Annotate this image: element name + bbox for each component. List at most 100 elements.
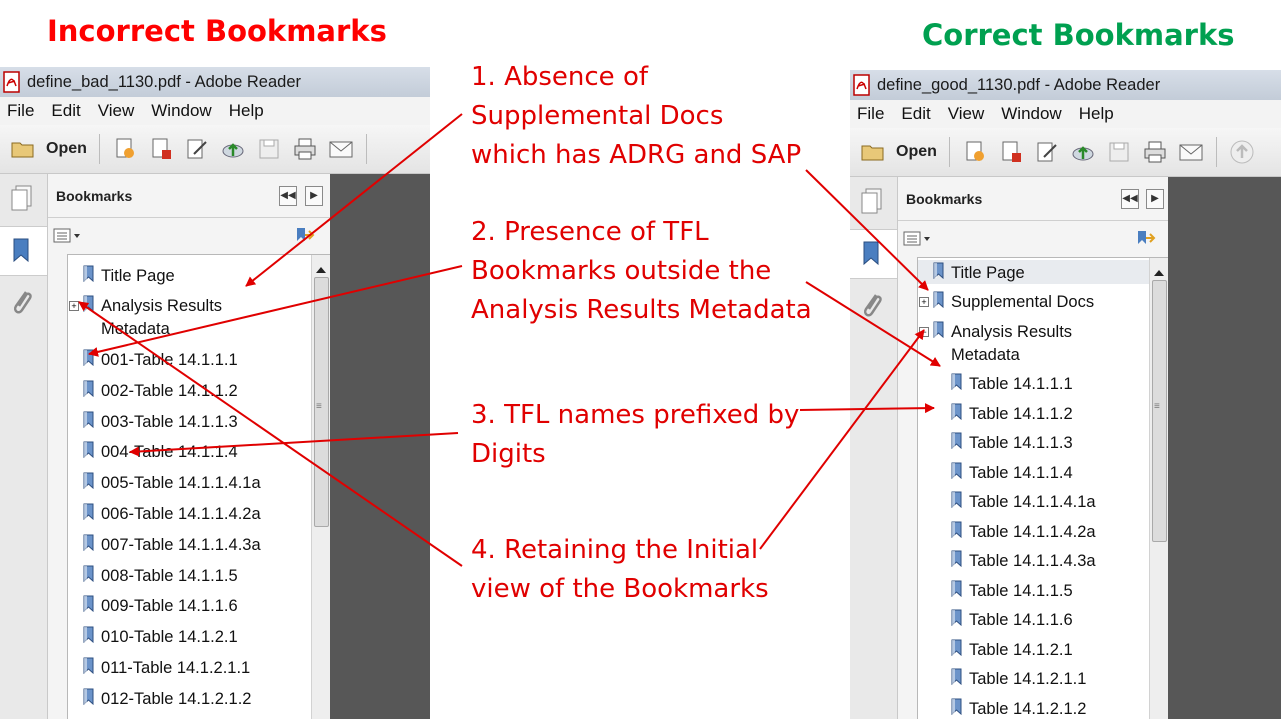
print-icon[interactable]: [1142, 139, 1168, 165]
expand-bookmark-icon[interactable]: [293, 225, 315, 252]
save-icon[interactable]: [1106, 139, 1132, 165]
collapse-panel-button[interactable]: ◀◀: [279, 186, 297, 206]
open-folder-icon[interactable]: [860, 139, 886, 165]
bookmark-item[interactable]: 002-Table 14.1.1.2: [68, 378, 330, 402]
bookmarks-nav-icon[interactable]: [0, 226, 47, 276]
bookmark-item[interactable]: Table 14.1.1.3: [918, 430, 1168, 454]
bookmark-item[interactable]: + Analysis Results Metadata: [68, 293, 330, 341]
comment-edit-icon[interactable]: [184, 136, 210, 162]
bookmark-icon: [933, 291, 944, 309]
open-folder-icon[interactable]: [10, 136, 36, 162]
menu-view[interactable]: View: [98, 101, 135, 121]
annotation-1: 1. Absence of Supplemental Docs which ha…: [471, 62, 802, 170]
right-scrollbar[interactable]: ≡: [1149, 258, 1168, 719]
options-menu-icon[interactable]: [53, 228, 83, 249]
bookmark-item[interactable]: Title Page: [68, 263, 330, 287]
bookmark-icon: [951, 373, 962, 391]
left-window-title: define_bad_1130.pdf - Adobe Reader: [27, 72, 302, 91]
bookmark-item[interactable]: 006-Table 14.1.1.4.2a: [68, 501, 330, 525]
create-pdf-icon[interactable]: [962, 139, 988, 165]
pages-icon[interactable]: [859, 187, 885, 220]
bookmark-label: Title Page: [951, 264, 1025, 282]
bookmark-item[interactable]: Table 14.1.1.5: [918, 578, 1168, 602]
bookmark-item[interactable]: 010-Table 14.1.2.1: [68, 624, 330, 648]
bookmark-label: Table 14.1.1.4.2a: [969, 522, 1096, 541]
bookmark-icon: [83, 688, 94, 705]
bookmark-icon: [83, 349, 94, 367]
bookmark-item[interactable]: 012-Table 14.1.2.1.2: [68, 686, 330, 710]
bookmark-item[interactable]: 003-Table 14.1.1.3: [68, 409, 330, 433]
bookmark-item[interactable]: Table 14.1.1.1: [918, 371, 1168, 395]
menu-file[interactable]: File: [857, 104, 884, 124]
bookmark-item[interactable]: Table 14.1.2.1.1: [918, 666, 1168, 690]
bookmark-item[interactable]: + Supplemental Docs: [918, 289, 1168, 313]
bookmark-item[interactable]: Title Page: [918, 260, 1168, 284]
bookmark-item[interactable]: Table 14.1.1.4: [918, 460, 1168, 484]
expand-toggle-icon[interactable]: +: [69, 301, 79, 311]
bookmarks-nav-icon[interactable]: [850, 229, 897, 279]
bookmark-item[interactable]: 011-Table 14.1.2.1.1: [68, 655, 330, 679]
menu-edit[interactable]: Edit: [51, 101, 80, 121]
bookmark-item[interactable]: Table 14.1.2.1.2: [918, 696, 1168, 719]
attachments-icon[interactable]: [8, 286, 36, 325]
open-button[interactable]: Open: [46, 140, 87, 158]
expand-toggle-icon[interactable]: +: [919, 297, 929, 307]
bookmark-item[interactable]: Table 14.1.1.2: [918, 401, 1168, 425]
export-pdf-icon[interactable]: [998, 139, 1024, 165]
create-pdf-icon[interactable]: [112, 136, 138, 162]
bookmark-icon: [951, 609, 962, 627]
bookmark-item[interactable]: 004-Table 14.1.1.4: [68, 439, 330, 463]
left-scrollbar[interactable]: ≡: [311, 255, 330, 719]
pages-icon[interactable]: [9, 184, 35, 217]
menu-help[interactable]: Help: [229, 101, 264, 121]
toolbar-separator: [1215, 137, 1217, 167]
expand-panel-button[interactable]: ▶: [305, 186, 323, 206]
collapse-toggle-icon[interactable]: −: [919, 327, 929, 337]
bookmark-label: 004-Table 14.1.1.4: [101, 443, 238, 462]
bookmark-item[interactable]: Table 14.1.2.1: [918, 637, 1168, 661]
collapse-panel-button[interactable]: ◀◀: [1121, 189, 1139, 209]
upload-cloud-icon[interactable]: [220, 136, 246, 162]
bookmark-label: 005-Table 14.1.1.4.1a: [101, 474, 261, 493]
open-button[interactable]: Open: [896, 143, 937, 161]
expand-bookmark-icon[interactable]: [1134, 228, 1156, 255]
email-icon[interactable]: [1178, 139, 1204, 165]
menu-window[interactable]: Window: [151, 101, 211, 121]
save-icon[interactable]: [256, 136, 282, 162]
export-pdf-icon[interactable]: [148, 136, 174, 162]
bookmark-item[interactable]: Table 14.1.1.4.3a: [918, 548, 1168, 572]
menu-edit[interactable]: Edit: [901, 104, 930, 124]
print-icon[interactable]: [292, 136, 318, 162]
bookmark-item[interactable]: Table 14.1.1.6: [918, 607, 1168, 631]
toolbar-separator: [98, 134, 100, 164]
bookmark-icon: [951, 403, 962, 420]
attachments-icon[interactable]: [858, 289, 886, 328]
upload-cloud-icon[interactable]: [1070, 139, 1096, 165]
options-menu-icon[interactable]: [903, 231, 933, 252]
bookmark-label: Table 14.1.1.4: [969, 463, 1073, 482]
expand-panel-button[interactable]: ▶: [1146, 189, 1164, 209]
right-menu-bar: File Edit View Window Help: [850, 100, 1281, 128]
bookmark-icon: [83, 595, 94, 613]
bookmark-item[interactable]: Table 14.1.1.4.1a: [918, 489, 1168, 513]
menu-view[interactable]: View: [948, 104, 985, 124]
bookmark-item[interactable]: 001-Table 14.1.1.1: [68, 347, 330, 371]
left-navigation-rail: [0, 174, 48, 719]
bookmark-item[interactable]: − Analysis Results Metadata: [918, 319, 1168, 367]
menu-file[interactable]: File: [7, 101, 34, 121]
bookmark-item[interactable]: 005-Table 14.1.1.4.1a: [68, 470, 330, 494]
bookmark-icon: [83, 265, 94, 283]
bookmark-item[interactable]: 009-Table 14.1.1.6: [68, 593, 330, 617]
menu-help[interactable]: Help: [1079, 104, 1114, 124]
bookmark-item[interactable]: 007-Table 14.1.1.4.3a: [68, 532, 330, 556]
right-options-row: [898, 222, 1168, 256]
bookmark-item[interactable]: Table 14.1.1.4.2a: [918, 519, 1168, 543]
menu-window[interactable]: Window: [1001, 104, 1061, 124]
previous-page-icon[interactable]: [1229, 139, 1255, 165]
bookmark-label: 009-Table 14.1.1.6: [101, 597, 238, 616]
bookmark-item[interactable]: 008-Table 14.1.1.5: [68, 563, 330, 587]
comment-edit-icon[interactable]: [1034, 139, 1060, 165]
bookmark-label: Table 14.1.2.1.1: [969, 670, 1087, 688]
scroll-grip: ≡: [316, 401, 322, 412]
email-icon[interactable]: [328, 136, 354, 162]
